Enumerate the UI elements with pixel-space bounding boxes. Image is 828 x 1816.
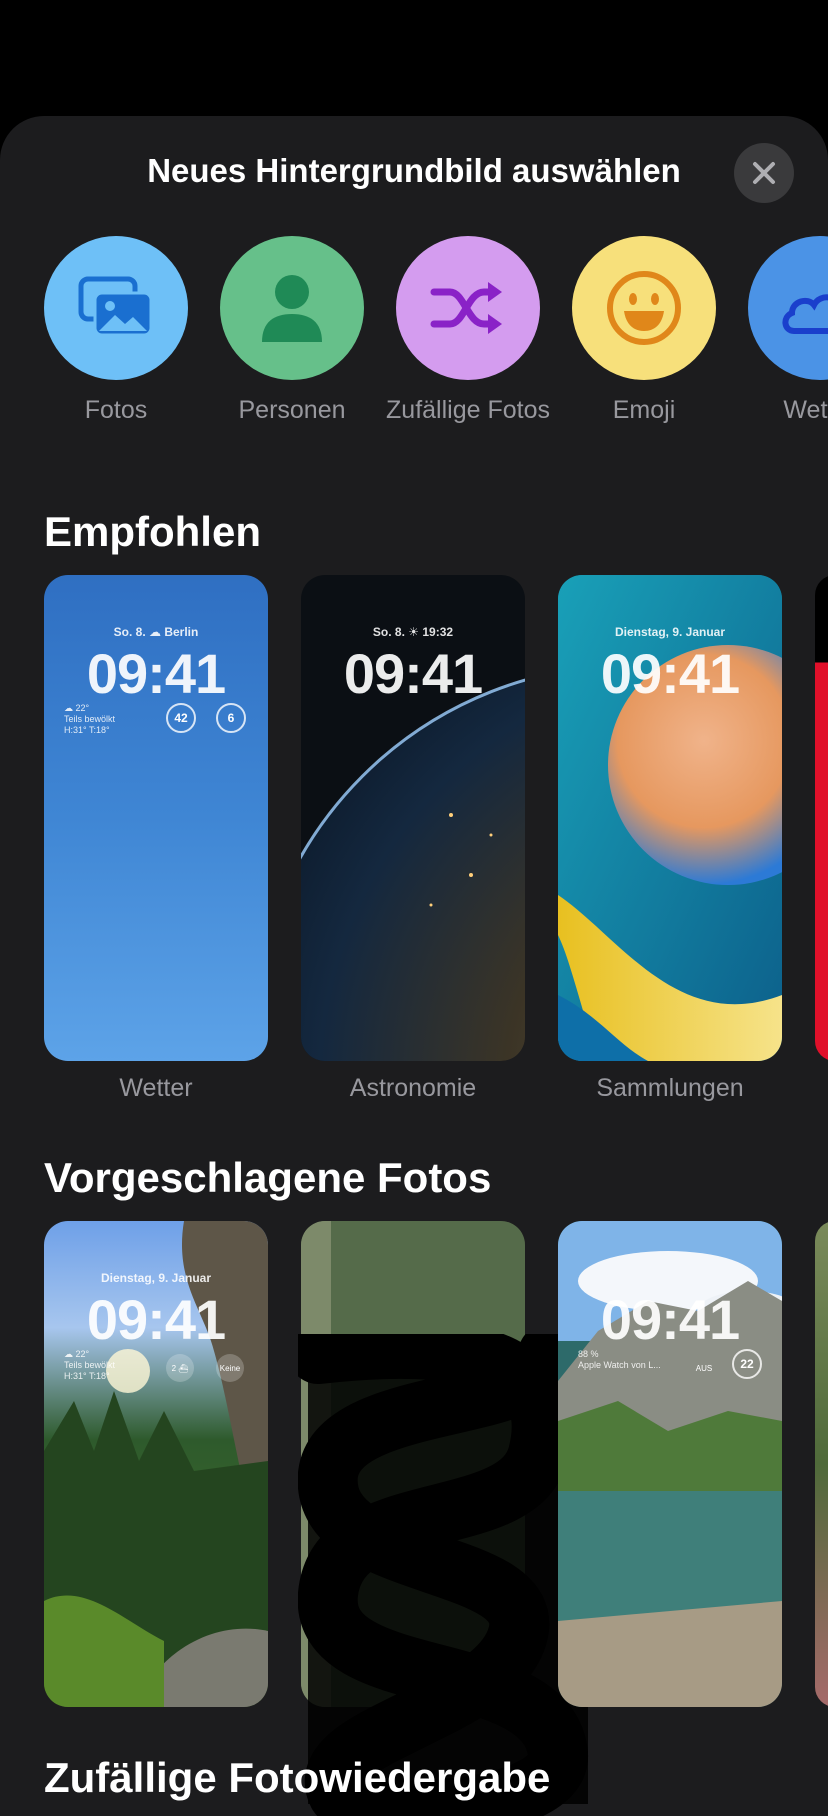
- sheet-title: Neues Hintergrundbild auswählen: [147, 152, 681, 189]
- type-circle[interactable]: [220, 236, 364, 380]
- featured-card-peek[interactable]: [815, 575, 828, 1061]
- battery-level: 88 %: [578, 1349, 599, 1359]
- lockscreen-date: So. 8. ☀ 19:32: [372, 625, 454, 639]
- battery-widget: 88 % Apple Watch von L...: [578, 1349, 661, 1371]
- aqi-ring-widget: 42: [166, 703, 196, 733]
- photos-icon: [78, 276, 153, 337]
- type-label: Emoji: [612, 396, 676, 424]
- calendar-widget: Keine: [216, 1354, 244, 1382]
- featured-card-collections[interactable]: Dienstag, 9. Januar 09:41: [558, 575, 782, 1061]
- ring-widget: 22: [732, 1349, 762, 1379]
- weather-widget: ☁ 22° Teils bewölkt H:31° T:18°: [64, 1349, 115, 1382]
- section-title-shuffle: Zufällige Fotowiedergabe: [44, 1754, 551, 1801]
- suggested-card-lake[interactable]: 09:41 88 % Apple Watch von L... AUS 22: [558, 1221, 782, 1707]
- redaction-scribble: [298, 1334, 588, 1816]
- weather-widget: ☁ 22° Teils bewölkt H:31° T:18°: [64, 703, 115, 736]
- type-people[interactable]: Personen: [204, 236, 380, 428]
- type-circle[interactable]: [748, 236, 828, 380]
- battery-device: Apple Watch von L...: [578, 1360, 661, 1370]
- weather-desc: Teils bewölkt: [64, 714, 116, 724]
- card-label: Sammlungen: [596, 1074, 744, 1102]
- lockscreen-time: 09:41: [86, 1288, 226, 1351]
- alarm-widget: AUS: [695, 1363, 713, 1373]
- smiley-icon: [607, 271, 681, 345]
- shuffle-icon: [430, 282, 502, 334]
- lockscreen-time: 09:41: [600, 642, 740, 705]
- card-label: Wetter: [119, 1074, 193, 1102]
- featured-card-weather[interactable]: So. 8. ☁ Berlin 09:41 ☁ 22° Teils bewölk…: [44, 575, 268, 1061]
- lockscreen-date: Dienstag, 9. Januar: [100, 1271, 212, 1285]
- ring-value: 22: [740, 1357, 754, 1371]
- lockscreen-date: Dienstag, 9. Januar: [614, 625, 726, 639]
- featured-card-astronomy[interactable]: So. 8. ☀ 19:32 09:41: [301, 575, 525, 1061]
- weather-temp: ☁ 22°: [64, 1349, 90, 1359]
- uv-ring-widget: 6: [216, 703, 246, 733]
- lockscreen-time: 09:41: [86, 642, 226, 705]
- type-circle[interactable]: [44, 236, 188, 380]
- lockscreen-date: So. 8. ☁ Berlin: [113, 625, 199, 639]
- type-weather[interactable]: Wetter: [732, 236, 828, 428]
- close-button[interactable]: [734, 143, 794, 203]
- aqi-value: 42: [174, 711, 188, 725]
- suggested-card-forest[interactable]: Dienstag, 9. Januar 09:41 ☁ 22° Teils be…: [44, 1221, 268, 1707]
- weather-temp: ☁ 22°: [64, 703, 90, 713]
- uv-value: 6: [227, 711, 235, 725]
- type-shuffle[interactable]: Zufällige Fotos: [380, 236, 556, 428]
- type-emoji[interactable]: Emoji: [556, 236, 732, 428]
- type-circle[interactable]: [396, 236, 540, 380]
- lockscreen-time: 09:41: [343, 642, 483, 705]
- person-icon: [262, 275, 322, 342]
- section-title-suggested: Vorgeschlagene Fotos: [44, 1154, 492, 1201]
- weather-range: H:31° T:18°: [64, 1371, 110, 1381]
- weather-range: H:31° T:18°: [64, 725, 110, 735]
- cloud-sun-icon: [782, 294, 828, 334]
- type-circle[interactable]: [572, 236, 716, 380]
- wallpaper-type-row[interactable]: Fotos Personen Zufällige Fotos Emoji Wet: [0, 236, 828, 456]
- type-label: Personen: [238, 396, 346, 424]
- wallpaper-picker-sheet: Neues Hintergrundbild auswählen Fotos Pe…: [0, 116, 828, 1816]
- suggested-card-peek[interactable]: [815, 1221, 828, 1707]
- type-label: Zufällige Fotos: [386, 396, 550, 424]
- weather-desc: Teils bewölkt: [64, 1360, 116, 1370]
- card-label: Astronomie: [349, 1074, 477, 1102]
- type-photos[interactable]: Fotos: [28, 236, 204, 428]
- type-label: Fotos: [84, 396, 148, 424]
- section-title-featured: Empfohlen: [44, 508, 261, 555]
- xmark-icon: [753, 162, 775, 184]
- lockscreen-time: 09:41: [600, 1288, 740, 1351]
- ferry-widget: 2 ⛴: [166, 1354, 194, 1382]
- type-label: Wetter: [783, 396, 828, 424]
